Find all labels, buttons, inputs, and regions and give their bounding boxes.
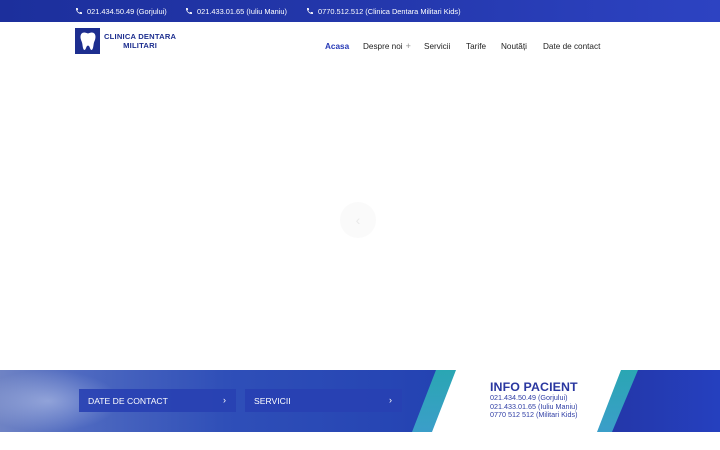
logo[interactable]: CLINICA DENTARA MILITARI — [75, 28, 176, 54]
logo-line-2: MILITARI — [123, 41, 158, 50]
logo-line-1: CLINICA DENTARA — [104, 32, 177, 41]
chevron-left-icon: ‹ — [355, 212, 361, 228]
nav-despre-noi[interactable]: Despre noi + — [363, 41, 411, 51]
phone-icon — [186, 8, 192, 14]
phone-number: 0770.512.512 — [318, 6, 364, 16]
nav-servicii[interactable]: Servicii — [424, 42, 450, 51]
servicii-label: SERVICII — [254, 395, 291, 406]
slider-prev-button[interactable]: ‹ — [340, 202, 376, 238]
info-pacient: INFO PACIENT 021.434.50.49 (Gorjului) 02… — [490, 380, 578, 420]
nav-despre-noi-label: Despre noi — [363, 42, 403, 51]
phone-location: (Iuliu Maniu) — [246, 6, 287, 16]
phone-iuliu-maniu[interactable]: 021.433.01.65 (Iuliu Maniu) — [185, 0, 287, 22]
hero-slider: ‹ — [0, 70, 720, 370]
phone-militari-kids[interactable]: 0770.512.512 (Clinica Dentara Militari K… — [306, 0, 461, 22]
top-bar: 021.434.50.49 (Gorjului) 021.433.01.65 (… — [0, 0, 720, 22]
phone-location: (Clinica Dentara Militari Kids) — [365, 6, 461, 16]
phone-icon — [76, 8, 82, 14]
servicii-button[interactable]: SERVICII › — [245, 389, 402, 412]
nav-date-de-contact[interactable]: Date de contact — [543, 42, 600, 51]
date-de-contact-label: DATE DE CONTACT — [88, 395, 168, 406]
date-de-contact-button[interactable]: DATE DE CONTACT › — [79, 389, 236, 412]
phone-location: (Gorjului) — [136, 6, 167, 16]
phone-icon — [307, 8, 313, 14]
phone-gorjului[interactable]: 021.434.50.49 (Gorjului) — [75, 0, 167, 22]
tooth-icon — [75, 28, 100, 54]
phone-number: 021.433.01.65 — [197, 6, 245, 16]
info-title: INFO PACIENT — [490, 380, 578, 394]
logo-text: CLINICA DENTARA MILITARI — [104, 32, 176, 50]
info-phone-line[interactable]: 0770 512 512 (Militari Kids) — [490, 411, 578, 420]
plus-icon: + — [405, 41, 411, 51]
site-header: CLINICA DENTARA MILITARI Acasa Despre no… — [0, 22, 720, 70]
bottom-banner: DATE DE CONTACT › SERVICII › INFO PACIEN… — [0, 370, 720, 432]
nav-noutati[interactable]: Noutăți — [501, 42, 527, 51]
chevron-right-icon: › — [389, 395, 392, 405]
phone-number: 021.434.50.49 — [87, 6, 135, 16]
nav-acasa[interactable]: Acasa — [325, 42, 349, 51]
chevron-right-icon: › — [223, 395, 226, 405]
nav-tarife[interactable]: Tarife — [466, 42, 486, 51]
